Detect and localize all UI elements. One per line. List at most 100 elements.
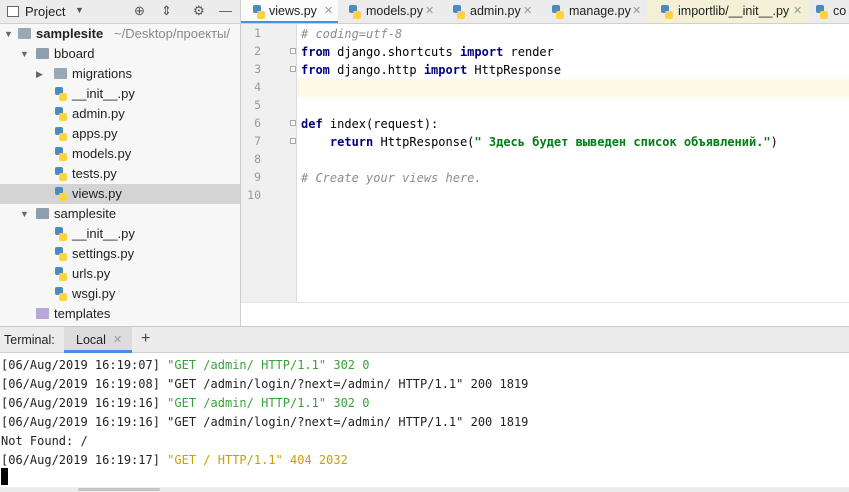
tree-item-bboard[interactable]: ▼ bboard (0, 44, 240, 64)
close-icon[interactable]: ✕ (523, 0, 532, 23)
line-number: 1 (254, 26, 261, 40)
python-file-icon (55, 267, 67, 281)
tree-item-label: tests.py (72, 166, 117, 181)
code-comment: # Create your views here. (301, 171, 482, 185)
tree-item-label: __init__.py (72, 86, 135, 101)
python-file-icon (55, 187, 67, 201)
tree-item-views[interactable]: views.py (0, 184, 240, 204)
tree-item-models[interactable]: models.py (0, 144, 240, 164)
tree-item-label: samplesite (54, 206, 117, 221)
fold-marker-icon[interactable] (290, 66, 296, 72)
current-line-highlight (297, 79, 849, 97)
code-string: " Здесь будет выведен список объявлений.… (474, 135, 771, 149)
python-file-icon (816, 5, 828, 19)
tree-item-apps[interactable]: apps.py (0, 124, 240, 144)
close-icon[interactable]: ✕ (632, 0, 641, 23)
log-request: "GET /admin/login/?next=/admin/ HTTP/1.1… (167, 415, 529, 429)
python-file-icon (552, 5, 564, 19)
tab-label: importlib/__init__.py (678, 4, 790, 18)
locate-icon[interactable]: ⊕ (134, 3, 145, 19)
new-terminal-button[interactable]: + (141, 330, 150, 348)
code-line-7: return HttpResponse(" Здесь будет выведе… (301, 133, 778, 151)
tab-views[interactable]: views.py ✕ (241, 0, 338, 23)
fold-marker-icon[interactable] (290, 138, 296, 144)
code-text: index(request): (322, 117, 439, 131)
chevron-down-icon[interactable]: ▼ (20, 44, 29, 64)
tab-terminal-local[interactable]: Local ✕ (64, 327, 132, 353)
tree-item-label: samplesite (36, 26, 104, 41)
line-number: 8 (254, 152, 261, 166)
scrollbar-thumb[interactable] (78, 488, 160, 491)
line-number: 4 (254, 80, 261, 94)
project-tree: ▼ samplesite ~/Desktop/проекты/ ▼ bboard… (0, 24, 240, 326)
fold-marker-icon[interactable] (290, 48, 296, 54)
gear-icon[interactable]: ⚙ (193, 3, 205, 19)
tree-item-samplesite-init[interactable]: __init__.py (0, 224, 240, 244)
log-timestamp: [06/Aug/2019 16:19:16] (1, 415, 168, 429)
tree-item-label: templates (54, 306, 111, 321)
tab-manage[interactable]: manage.py ✕ (538, 0, 646, 23)
tree-item-label: migrations (72, 66, 132, 81)
tree-item-settings[interactable]: settings.py (0, 244, 240, 264)
code-text: django.http (329, 63, 424, 77)
terminal-line: [06/Aug/2019 16:19:08] "GET /admin/login… (1, 375, 528, 394)
tree-item-samplesite-root[interactable]: ▼ samplesite ~/Desktop/проекты/ (0, 24, 240, 44)
tree-item-templates[interactable]: templates (0, 304, 240, 324)
tab-importlib-init[interactable]: importlib/__init__.py ✕ (647, 0, 809, 23)
chevron-down-icon[interactable]: ▼ (4, 24, 13, 44)
terminal-line: [06/Aug/2019 16:19:16] "GET /admin/login… (1, 413, 528, 432)
folder-icon (54, 68, 67, 79)
terminal-line: Not Found: / (1, 432, 88, 451)
close-icon[interactable]: ✕ (113, 333, 122, 346)
log-timestamp: [06/Aug/2019 16:19:17] (1, 453, 168, 467)
chevron-down-icon[interactable]: ▼ (75, 5, 84, 15)
tree-item-path: ~/Desktop/проекты/ (114, 26, 230, 41)
tree-item-label: __init__.py (72, 226, 135, 241)
tree-item-urls[interactable]: urls.py (0, 264, 240, 284)
tab-admin[interactable]: admin.py ✕ (439, 0, 537, 23)
project-view-icon[interactable] (7, 6, 19, 17)
tab-label: Local (76, 333, 106, 347)
code-keyword: from (301, 45, 330, 59)
tree-item-label: views.py (72, 186, 122, 201)
tree-item-tests[interactable]: tests.py (0, 164, 240, 184)
close-icon[interactable]: ✕ (425, 0, 434, 23)
close-icon[interactable]: ✕ (793, 0, 802, 23)
python-file-icon (55, 87, 67, 101)
log-timestamp: [06/Aug/2019 16:19:07] (1, 358, 168, 372)
tree-item-wsgi[interactable]: wsgi.py (0, 284, 240, 304)
tree-item-samplesite-package[interactable]: ▼ samplesite (0, 204, 240, 224)
tab-label: models.py (366, 4, 423, 18)
chevron-right-icon[interactable]: ▶ (36, 64, 43, 84)
tree-item-bboard-init[interactable]: __init__.py (0, 84, 240, 104)
log-request: "GET /admin/ HTTP/1.1" 302 0 (167, 358, 370, 372)
code-keyword: import (459, 45, 504, 59)
python-file-icon (349, 5, 361, 19)
line-number: 9 (254, 170, 261, 184)
python-file-icon (55, 167, 67, 181)
fold-marker-icon[interactable] (290, 120, 296, 126)
tab-label: manage.py (569, 4, 631, 18)
line-number: 2 (254, 44, 261, 58)
terminal-toolbar: Terminal: Local ✕ + (0, 326, 849, 353)
python-file-icon (55, 287, 67, 301)
tree-item-migrations[interactable]: ▶ migrations (0, 64, 240, 84)
collapse-all-icon[interactable]: ⇕ (161, 3, 172, 19)
hide-panel-icon[interactable]: — (219, 3, 232, 19)
terminal-line: [06/Aug/2019 16:19:16] "GET /admin/ HTTP… (1, 394, 369, 413)
package-icon (36, 48, 49, 59)
code-text: django.shortcuts (329, 45, 460, 59)
log-request: "GET / HTTP/1.1" 404 2032 (167, 453, 348, 467)
tab-label: co (833, 4, 847, 18)
line-number: 10 (247, 188, 261, 202)
code-line-1: # coding=utf-8 (301, 25, 402, 43)
tab-overflow[interactable]: co (810, 0, 849, 23)
tab-models[interactable]: models.py ✕ (339, 0, 438, 23)
folder-icon (36, 308, 49, 319)
close-icon[interactable]: ✕ (324, 0, 333, 23)
project-view-selector[interactable]: Project (25, 4, 65, 19)
chevron-down-icon[interactable]: ▼ (20, 204, 29, 224)
tree-item-admin[interactable]: admin.py (0, 104, 240, 124)
editor-tab-bar: views.py ✕ models.py ✕ admin.py ✕ manage… (241, 0, 849, 24)
